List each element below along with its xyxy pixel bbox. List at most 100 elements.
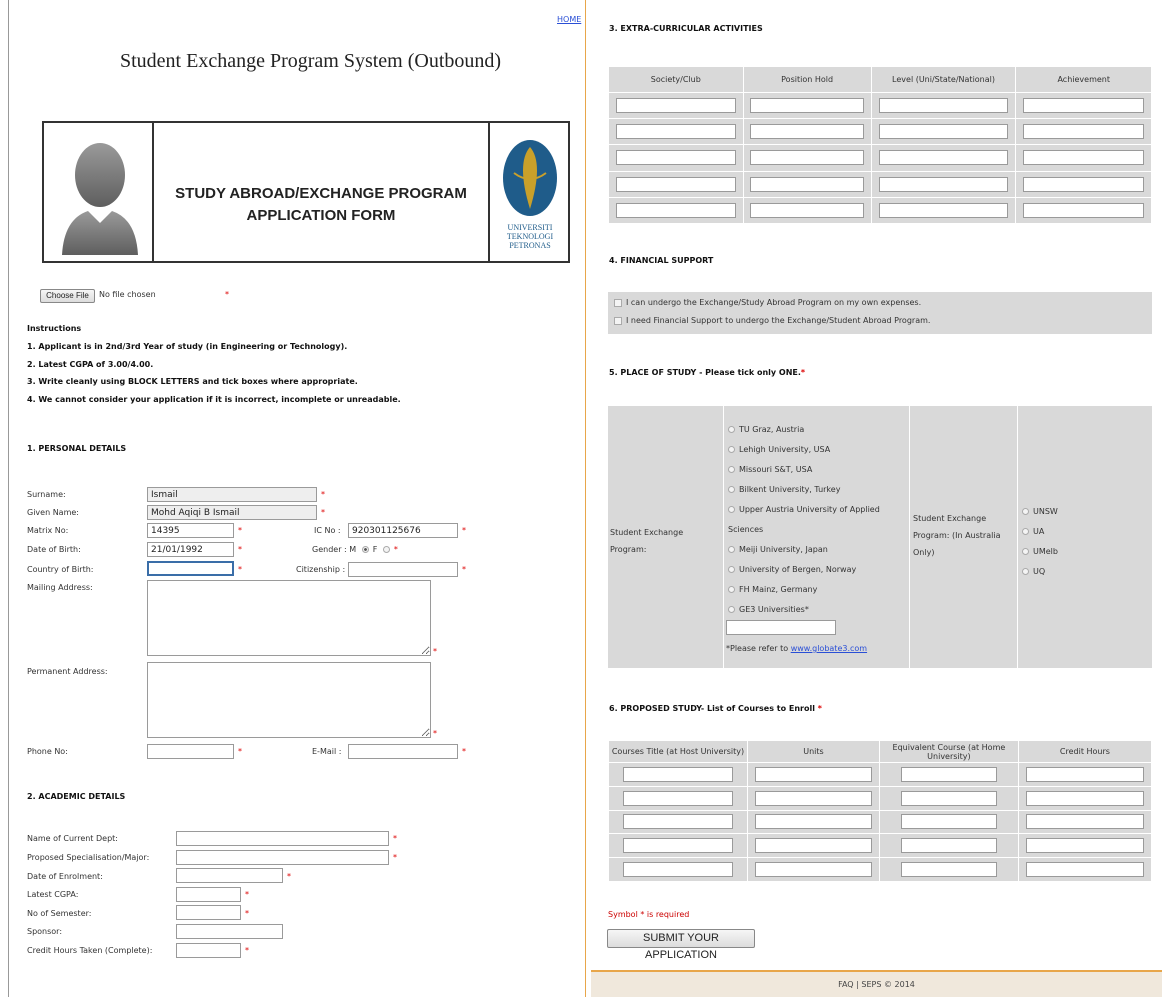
units-input[interactable] [754,790,873,806]
position-input[interactable] [749,98,865,114]
credit-hours-cell-input[interactable] [1025,766,1145,782]
gender-f-radio[interactable] [382,546,390,553]
given-name-input[interactable] [147,505,317,520]
ge3-university-input[interactable] [726,620,836,635]
financial-option-1-checkbox[interactable] [614,298,622,307]
surname-input[interactable] [147,487,317,502]
sep-radio[interactable] [728,486,735,493]
achievement-input[interactable] [1023,176,1145,192]
achievement-input[interactable] [1023,98,1145,114]
achievement-input[interactable] [1023,150,1145,166]
course-title-input[interactable] [622,766,734,782]
sep-radio[interactable] [728,546,735,553]
society-input[interactable] [615,176,736,192]
file-required-mark: * [225,290,229,299]
credit-hours-cell-input[interactable] [1025,814,1145,830]
given-name-label: Given Name: [27,508,79,517]
semester-input[interactable] [176,905,241,920]
achievement-input[interactable] [1023,202,1145,218]
position-input[interactable] [749,202,865,218]
course-title-input[interactable] [622,838,734,854]
enrolment-input[interactable] [176,868,283,883]
sep-option[interactable]: University of Bergen, Norway [728,560,908,580]
level-input[interactable] [878,124,1009,140]
units-input[interactable] [754,766,873,782]
sep-option[interactable]: FH Mainz, Germany [728,580,908,600]
course-title-input[interactable] [622,790,734,806]
units-input[interactable] [754,838,873,854]
position-input[interactable] [749,150,865,166]
sep-option[interactable]: Lehigh University, USA [728,440,908,460]
aus-options: UNSW UA UMelb UQ [1022,502,1058,582]
credit-hours-cell-input[interactable] [1025,862,1145,878]
sep-option[interactable]: Meiji University, Japan [728,540,908,560]
sep-radio[interactable] [728,466,735,473]
equivalent-course-input[interactable] [900,766,998,782]
sep-option[interactable]: GE3 Universities* [728,600,908,620]
equivalent-course-input[interactable] [900,790,998,806]
financial-option-2-checkbox[interactable] [614,316,622,325]
home-link[interactable]: HOME [557,15,581,24]
society-input[interactable] [615,202,736,218]
sponsor-input[interactable] [176,924,283,939]
units-input[interactable] [754,814,873,830]
credit-hours-cell-input[interactable] [1025,838,1145,854]
sep-radio[interactable] [728,506,735,513]
position-input[interactable] [749,124,865,140]
dept-input[interactable] [176,831,389,846]
credit-hours-input[interactable] [176,943,241,958]
sep-radio[interactable] [728,446,735,453]
society-input[interactable] [615,98,736,114]
dob-input[interactable] [147,542,234,557]
choose-file-button[interactable]: Choose File [40,289,95,303]
aus-option[interactable]: UMelb [1022,542,1058,562]
equivalent-course-input[interactable] [900,814,998,830]
mailing-address-input[interactable] [147,580,431,656]
aus-radio[interactable] [1022,528,1029,535]
financial-option-1[interactable]: I can undergo the Exchange/Study Abroad … [614,298,921,307]
sep-option[interactable]: Missouri S&T, USA [728,460,908,480]
photo-placeholder [44,123,154,261]
course-title-input[interactable] [622,862,734,878]
sep-radio[interactable] [728,426,735,433]
submit-application-button[interactable]: SUBMIT YOUR APPLICATION [607,929,755,961]
course-title-input[interactable] [622,814,734,830]
citizenship-input[interactable] [348,562,458,577]
sep-radio[interactable] [728,606,735,613]
sep-option[interactable]: Upper Austria University of Applied Scie… [728,500,908,540]
credit-hours-cell-input[interactable] [1025,790,1145,806]
level-input[interactable] [878,150,1009,166]
society-input[interactable] [615,150,736,166]
achievement-input[interactable] [1023,124,1145,140]
aus-option[interactable]: UNSW [1022,502,1058,522]
sep-radio[interactable] [728,586,735,593]
sep-option[interactable]: TU Graz, Austria [728,420,908,440]
sep-radio[interactable] [728,566,735,573]
gender-m-radio[interactable] [361,546,369,553]
financial-option-2[interactable]: I need Financial Support to undergo the … [614,316,930,325]
aus-radio[interactable] [1022,508,1029,515]
globate3-link[interactable]: www.globate3.com [791,644,867,653]
ic-input[interactable] [348,523,458,538]
units-input[interactable] [754,862,873,878]
level-input[interactable] [878,176,1009,192]
aus-option[interactable]: UQ [1022,562,1058,582]
cgpa-input[interactable] [176,887,241,902]
equivalent-course-input[interactable] [900,838,998,854]
permanent-address-input[interactable] [147,662,431,738]
form-title-line1: STUDY ABROAD/EXCHANGE PROGRAM [175,185,467,202]
aus-option[interactable]: UA [1022,522,1058,542]
position-input[interactable] [749,176,865,192]
matrix-input[interactable] [147,523,234,538]
country-of-birth-input[interactable] [147,561,234,576]
sep-option[interactable]: Bilkent University, Turkey [728,480,908,500]
phone-input[interactable] [147,744,234,759]
society-input[interactable] [615,124,736,140]
equivalent-course-input[interactable] [900,862,998,878]
aus-radio[interactable] [1022,548,1029,555]
level-input[interactable] [878,202,1009,218]
specialisation-input[interactable] [176,850,389,865]
email-input[interactable] [348,744,458,759]
aus-radio[interactable] [1022,568,1029,575]
level-input[interactable] [878,98,1009,114]
